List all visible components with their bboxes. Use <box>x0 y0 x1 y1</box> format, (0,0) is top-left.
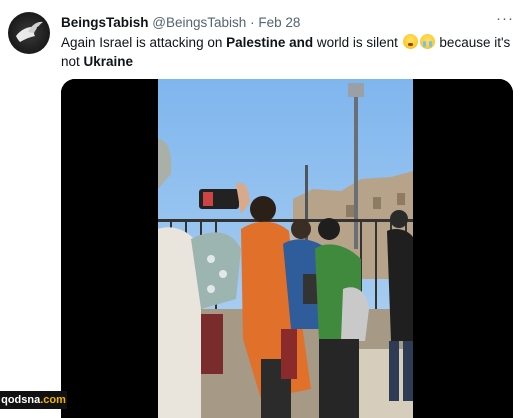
text-part-1: Again Israel is attacking on <box>61 35 227 50</box>
separator-dot: · <box>250 15 255 30</box>
text-part-2: world is silent <box>313 35 402 50</box>
watermark-main: qodsna <box>1 394 41 406</box>
display-name[interactable]: BeingsTabish <box>61 15 149 30</box>
tweet-header: BeingsTabish @BeingsTabish · Feb 28 <box>61 14 494 31</box>
avatar[interactable] <box>8 12 50 54</box>
qodsna-watermark: qodsna.com <box>0 391 67 409</box>
video-frame-icon <box>61 79 513 418</box>
tweet-date[interactable]: Feb 28 <box>258 15 300 30</box>
user-handle[interactable]: @BeingsTabish <box>152 15 246 30</box>
loudly-crying-face-emoji <box>419 34 435 49</box>
tweet-video[interactable] <box>61 79 513 418</box>
text-bold-palestine: Palestine and <box>226 35 314 50</box>
dove-logo-icon <box>16 21 43 42</box>
tweet-text: Again Israel is attacking on Palestine a… <box>61 33 514 71</box>
watermark-suffix: .com <box>40 394 66 406</box>
more-options-icon[interactable]: ··· <box>496 10 514 27</box>
hushed-face-emoji <box>402 34 418 49</box>
text-bold-ukraine: Ukraine <box>83 54 134 69</box>
